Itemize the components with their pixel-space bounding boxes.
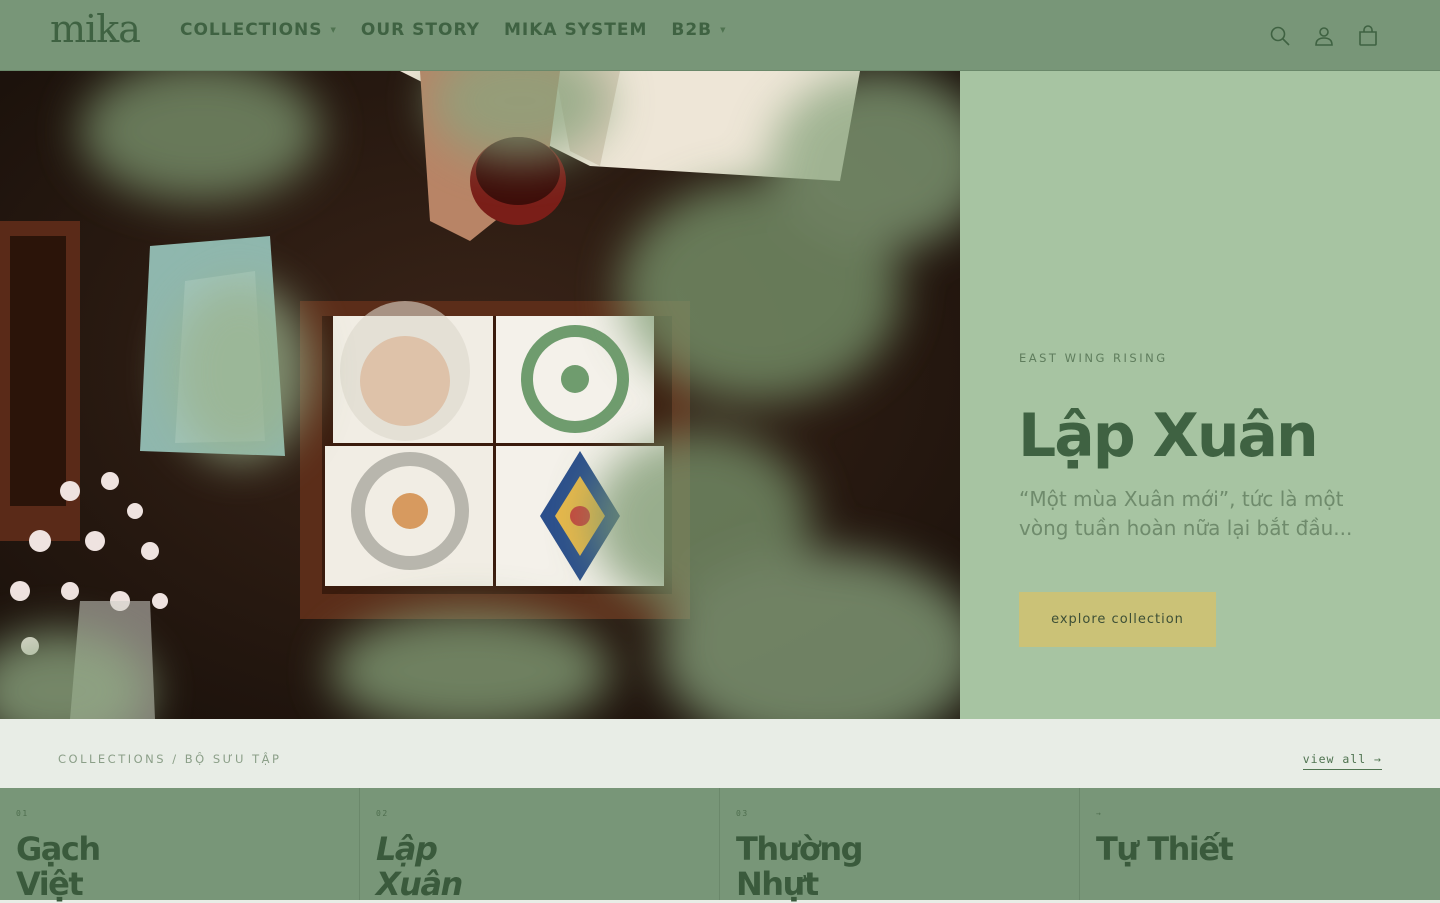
collection-card[interactable]: 03 Thường Nhựt — [720, 788, 1080, 903]
card-title: Thường Nhựt — [736, 830, 864, 903]
collection-card[interactable]: → Tự Thiết — [1080, 788, 1440, 900]
nav-item-our-story[interactable]: OUR STORY — [361, 20, 480, 40]
hero-image — [0, 71, 960, 719]
chevron-down-icon: ▼ — [330, 26, 337, 34]
nav-item-b2b[interactable]: B2B ▼ — [671, 20, 726, 40]
collection-card[interactable]: 01 Gạch Việt — [0, 788, 360, 903]
nav-item-label: B2B — [671, 20, 713, 40]
collection-cards: 01 Gạch Việt 02 Lập Xuân 03 Thường Nhựt … — [0, 788, 1440, 903]
header-actions — [1252, 20, 1384, 52]
card-title: Gạch Việt — [16, 830, 101, 903]
main-nav: COLLECTIONS ▼ OUR STORY MIKA SYSTEM B2B … — [180, 20, 751, 40]
chevron-down-icon: ▼ — [720, 26, 727, 34]
nav-item-label: OUR STORY — [360, 20, 480, 40]
view-all-link[interactable]: view all → — [1302, 752, 1382, 770]
hero-quote: “Một mùa Xuân mới”, tức là một vòng tuần… — [1019, 487, 1353, 540]
cart-icon[interactable] — [1352, 20, 1384, 52]
nav-item-collections[interactable]: COLLECTIONS ▼ — [180, 20, 337, 40]
nav-item-label: COLLECTIONS — [180, 20, 323, 40]
collections-strip: COLLECTIONS / BỘ SƯU TẬP view all → — [0, 719, 1440, 788]
collections-label: COLLECTIONS / BỘ SƯU TẬP — [58, 752, 282, 766]
site-header: mika COLLECTIONS ▼ OUR STORY MIKA SYSTEM… — [0, 0, 1440, 71]
card-title: Lập Xuân — [376, 830, 463, 903]
card-number: 02 — [376, 809, 389, 818]
card-number: 03 — [736, 809, 749, 818]
hero-eyebrow: EAST WING RISING — [1019, 351, 1168, 365]
search-icon[interactable] — [1264, 20, 1296, 52]
card-title: Tự Thiết — [1096, 830, 1234, 868]
explore-collection-button[interactable]: explore collection — [1019, 592, 1216, 647]
hero-panel: EAST WING RISING Lập Xuân “Một mùa Xuân … — [960, 71, 1440, 719]
hero-title: Lập Xuân — [1018, 401, 1319, 471]
account-icon[interactable] — [1308, 20, 1340, 52]
collection-card[interactable]: 02 Lập Xuân — [360, 788, 720, 903]
nav-item-mika-system[interactable]: MIKA SYSTEM — [504, 20, 647, 40]
card-number: 01 — [16, 809, 29, 818]
nav-item-label: MIKA SYSTEM — [503, 20, 648, 40]
brand-logo[interactable]: mika — [50, 10, 141, 48]
card-number: → — [1096, 809, 1103, 818]
